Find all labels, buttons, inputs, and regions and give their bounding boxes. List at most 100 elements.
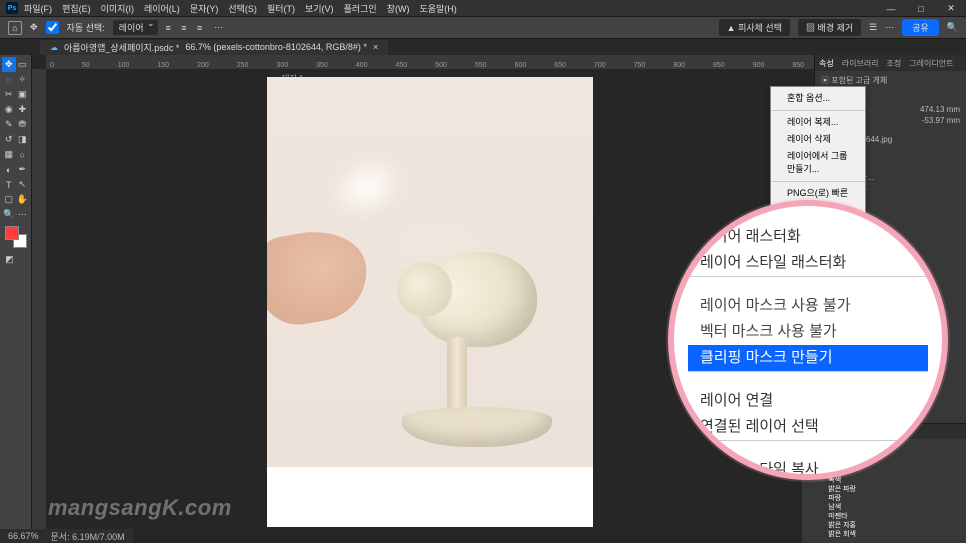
tab-libraries[interactable]: 라이브러리	[842, 58, 879, 69]
y-value[interactable]: -53.97 mm	[922, 116, 960, 125]
toolbox: ✥▭ ◌✧ ✂▣ ◉✚ ✎⛃ ↺◨ ▦○ ◐✒ T↖ ▢✋ 🔍⋯ ◩	[0, 55, 32, 543]
misc-icons[interactable]: ⋯	[214, 22, 223, 33]
align-icons[interactable]: ≡ ≡ ≡	[166, 23, 207, 33]
photo-content	[267, 77, 593, 467]
doc-size: 문서: 6.19M/7.00M	[51, 530, 125, 543]
ruler-horizontal: 0501001502002503003504004505005506006507…	[46, 55, 814, 69]
main-menubar: Ps 파일(F) 편집(E) 이미지(I) 레이어(L) 문자(Y) 선택(S)…	[0, 0, 966, 17]
ctx-group-from-layer[interactable]: 레이어에서 그룹 만들기...	[779, 148, 857, 178]
tab-close-icon[interactable]: ×	[373, 42, 378, 52]
wand-tool[interactable]: ✧	[16, 72, 30, 87]
properties-panel-tabs: 속성 라이브러리 조정 그레이디언트	[815, 55, 966, 71]
marquee-tool[interactable]: ▭	[16, 57, 30, 72]
path-tool[interactable]: ↖	[16, 177, 30, 192]
color-label-item[interactable]: 밝은 자홍	[828, 521, 856, 530]
menu-image[interactable]: 이미지(I)	[101, 2, 134, 15]
minimize-button[interactable]: —	[876, 0, 906, 17]
mag-select-linked[interactable]: 연결된 레이어 선택	[688, 414, 928, 440]
document-tabs: ☁ 아름아영앱_상세페이지.psdc * 66.7% (pexels-cotto…	[0, 39, 966, 55]
menu-file[interactable]: 파일(F)	[24, 2, 52, 15]
zoom-level[interactable]: 66.67%	[8, 531, 39, 541]
gradient-tool[interactable]: ▦	[2, 147, 16, 162]
menu-window[interactable]: 창(W)	[387, 2, 410, 15]
document-tab[interactable]: ☁ 아름아영앱_상세페이지.psdc * 66.7% (pexels-cotto…	[40, 40, 388, 55]
watermark-text: mangsangK.com	[48, 495, 232, 521]
maximize-button[interactable]: □	[906, 0, 936, 17]
width-value[interactable]: 474.13 mm	[920, 105, 960, 114]
blur-tool[interactable]: ○	[16, 147, 30, 162]
fan-front-shape	[397, 262, 452, 317]
doc-name-1: 아름아영앱_상세페이지.psdc *	[64, 41, 179, 54]
color-label-item[interactable]: 남색	[828, 503, 856, 512]
frame-tool[interactable]: ▣	[16, 87, 30, 102]
artboard[interactable]	[267, 77, 593, 527]
menu-help[interactable]: 도움말(H)	[419, 2, 456, 15]
brush-tool[interactable]: ✎	[2, 117, 16, 132]
eraser-tool[interactable]: ◨	[16, 132, 30, 147]
color-label-item[interactable]: 파랑	[828, 494, 856, 503]
doc-name-2: 66.7% (pexels-cottonbro-8102644, RGB/8#)…	[185, 42, 367, 52]
remove-bg-button[interactable]: ▧ 배경 제거	[798, 19, 861, 36]
tab-properties[interactable]: 속성	[819, 58, 834, 69]
color-label-list: 녹색 밝은 파랑 파랑 남색 마젠타 밝은 자홍 밝은 회색	[828, 476, 856, 539]
share-button[interactable]: 공유	[902, 19, 939, 36]
move-tool-icon: ✥	[30, 22, 38, 33]
lasso-tool[interactable]: ◌	[2, 72, 16, 87]
color-label-item[interactable]: 밝은 파랑	[828, 485, 856, 494]
type-tool[interactable]: T	[2, 177, 16, 192]
color-label-item[interactable]: 녹색	[828, 476, 856, 485]
foreground-color[interactable]	[5, 226, 19, 240]
auto-select-checkbox[interactable]	[46, 21, 59, 34]
crop-tool[interactable]: ✂	[2, 87, 16, 102]
tab-gradients[interactable]: 그레이디언트	[909, 58, 953, 69]
move-tool[interactable]: ✥	[2, 57, 16, 72]
menu-view[interactable]: 보기(V)	[305, 2, 334, 15]
magnified-context-menu: 레이어 래스터화 레이어 스타일 래스터화 레이어 마스크 사용 불가 벡터 마…	[668, 200, 948, 480]
toolbar-icon-2[interactable]: ⋯	[885, 22, 894, 33]
smart-object-label: ▣ 포함된 고급 개체	[821, 75, 960, 86]
dodge-tool[interactable]: ◐	[2, 162, 16, 177]
edit-toolbar[interactable]: ⋯	[16, 207, 30, 222]
search-icon[interactable]: 🔍	[947, 22, 958, 33]
shape-tool[interactable]: ▢	[2, 192, 16, 207]
menu-plugin[interactable]: 플러그인	[344, 2, 377, 15]
menu-type[interactable]: 문자(Y)	[190, 2, 219, 15]
ctx-blend-options[interactable]: 혼합 옵션...	[779, 90, 857, 107]
mag-layer-mask-disable[interactable]: 레이어 마스크 사용 불가	[688, 293, 928, 319]
fan-base-shape	[402, 407, 552, 447]
menu-layer[interactable]: 레이어(L)	[144, 2, 180, 15]
cloud-icon: ☁	[50, 43, 58, 52]
hand-tool[interactable]: ✋	[16, 192, 30, 207]
history-brush-tool[interactable]: ↺	[2, 132, 16, 147]
quick-mask-tool[interactable]: ◩	[2, 252, 17, 267]
ctx-delete-layer[interactable]: 레이어 삭제	[779, 131, 857, 148]
home-icon[interactable]: ⌂	[8, 21, 22, 35]
pen-tool[interactable]: ✒	[16, 162, 30, 177]
mag-create-clipping-mask[interactable]: 클리핑 마스크 만들기	[688, 345, 928, 371]
color-swatches[interactable]	[5, 226, 27, 248]
mag-rasterize-layer[interactable]: 레이어 래스터화	[688, 224, 928, 250]
zoom-tool[interactable]: 🔍	[2, 207, 16, 222]
menu-select[interactable]: 선택(S)	[228, 2, 257, 15]
select-subject-button[interactable]: ▲ 피사체 선택	[719, 19, 790, 36]
toolbar-icon-1[interactable]: ☰	[869, 22, 877, 33]
ruler-vertical	[32, 69, 46, 543]
mag-vector-mask-disable[interactable]: 벡터 마스크 사용 불가	[688, 319, 928, 345]
app-icon: Ps	[6, 2, 18, 14]
options-bar: ⌂ ✥ 자동 선택: 레이어 ≡ ≡ ≡ ⋯ ▲ 피사체 선택 ▧ 배경 제거 …	[0, 17, 966, 39]
tab-adjustments[interactable]: 조정	[887, 58, 902, 69]
stamp-tool[interactable]: ⛃	[16, 117, 30, 132]
menu-filter[interactable]: 필터(T)	[267, 2, 295, 15]
window-controls: — □ ✕	[876, 0, 966, 17]
auto-select-dropdown[interactable]: 레이어	[113, 20, 158, 35]
color-label-item[interactable]: 마젠타	[828, 512, 856, 521]
spot-heal-tool[interactable]: ✚	[16, 102, 30, 117]
eyedropper-tool[interactable]: ◉	[2, 102, 16, 117]
color-label-item[interactable]: 밝은 회색	[828, 530, 856, 539]
mag-link-layers[interactable]: 레이어 연결	[688, 388, 928, 414]
mag-rasterize-style[interactable]: 레이어 스타일 래스터화	[688, 250, 928, 276]
close-button[interactable]: ✕	[936, 0, 966, 17]
status-bar: 66.67% 문서: 6.19M/7.00M	[0, 529, 133, 543]
ctx-duplicate-layer[interactable]: 레이어 복제...	[779, 114, 857, 131]
menu-edit[interactable]: 편집(E)	[62, 2, 91, 15]
